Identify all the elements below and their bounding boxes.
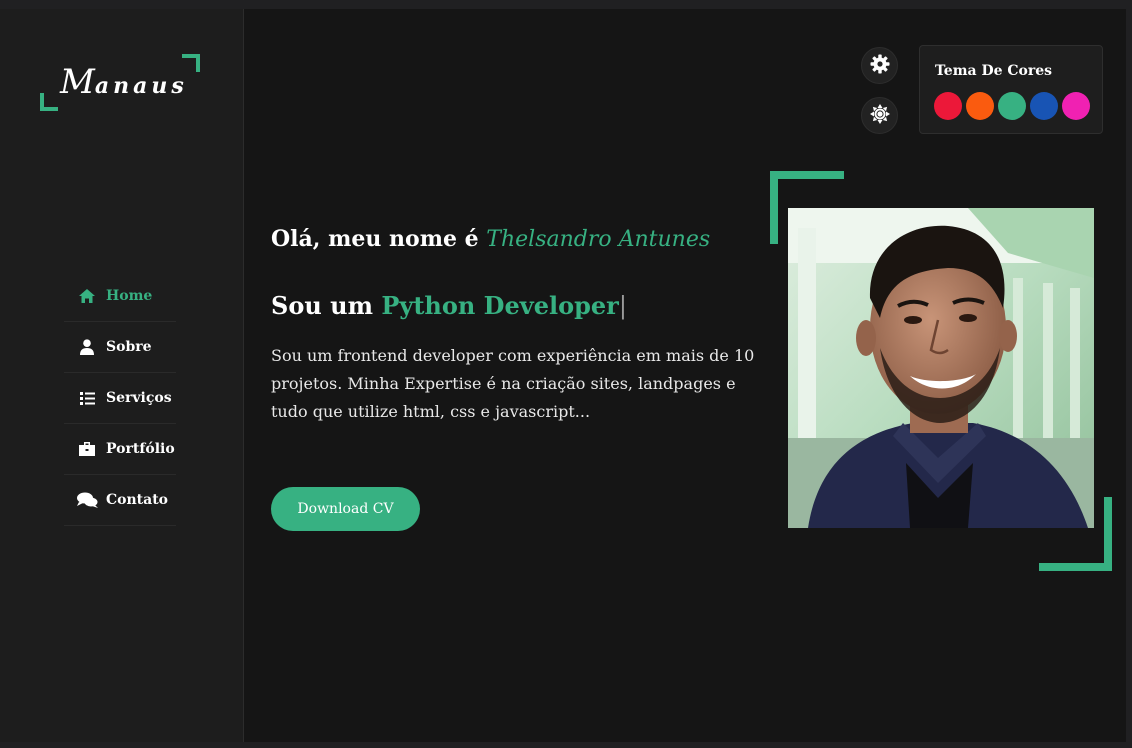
nav-item-portfolio[interactable]: Portfólio bbox=[64, 424, 176, 475]
nav-label-home: Home bbox=[106, 288, 153, 304]
nav-item-servicos[interactable]: Serviços bbox=[64, 373, 176, 424]
user-icon bbox=[76, 339, 98, 355]
chat-icon bbox=[76, 492, 98, 508]
hero-description: Sou um frontend developer com experiênci… bbox=[271, 346, 755, 421]
nav-label-contato: Contato bbox=[106, 492, 169, 508]
profile-photo bbox=[788, 208, 1094, 528]
theme-color-panel: Tema De Cores bbox=[919, 45, 1103, 134]
hero-role: Sou um Python Developer| bbox=[271, 291, 627, 320]
nav-item-contato[interactable]: Contato bbox=[64, 475, 176, 526]
swatch-orange[interactable] bbox=[966, 92, 994, 120]
list-icon bbox=[76, 391, 98, 405]
nav-label-servicos: Serviços bbox=[106, 390, 172, 406]
day-night-toggle[interactable] bbox=[861, 97, 898, 134]
swatch-green[interactable] bbox=[998, 92, 1026, 120]
typing-cursor: | bbox=[618, 292, 627, 320]
sidebar: Manaus Home Sobre Serviços Portfólio Con… bbox=[0, 9, 244, 742]
greeting-prefix: Olá, meu nome é bbox=[271, 226, 487, 252]
logo[interactable]: Manaus bbox=[40, 54, 200, 111]
style-switcher-toggle[interactable] bbox=[861, 47, 898, 84]
swatch-blue[interactable] bbox=[1030, 92, 1058, 120]
hero-name: Thelsandro Antunes bbox=[486, 227, 711, 252]
nav-label-sobre: Sobre bbox=[106, 339, 152, 355]
sun-icon bbox=[869, 103, 890, 128]
nav-label-portfolio: Portfólio bbox=[106, 441, 175, 457]
page-frame: Manaus Home Sobre Serviços Portfólio Con… bbox=[0, 9, 1126, 742]
gear-icon bbox=[870, 54, 890, 78]
download-cv-button[interactable]: Download CV bbox=[271, 487, 420, 531]
logo-rest: anaus bbox=[94, 73, 188, 99]
home-icon bbox=[76, 288, 98, 304]
role-prefix: Sou um bbox=[271, 291, 382, 320]
theme-title: Tema De Cores bbox=[935, 63, 1053, 79]
logo-text: Manaus bbox=[60, 62, 188, 102]
hero-greeting: Olá, meu nome é Thelsandro Antunes bbox=[271, 226, 710, 252]
role-typed: Python Developer bbox=[381, 291, 619, 320]
main-nav: Home Sobre Serviços Portfólio Contato bbox=[64, 271, 176, 526]
logo-initial: M bbox=[60, 62, 95, 102]
color-swatches bbox=[934, 92, 1090, 120]
briefcase-icon bbox=[76, 442, 98, 456]
logo-corner-bottom-left bbox=[40, 93, 58, 111]
nav-item-sobre[interactable]: Sobre bbox=[64, 322, 176, 373]
swatch-red[interactable] bbox=[934, 92, 962, 120]
swatch-pink[interactable] bbox=[1062, 92, 1090, 120]
nav-item-home[interactable]: Home bbox=[64, 271, 176, 322]
